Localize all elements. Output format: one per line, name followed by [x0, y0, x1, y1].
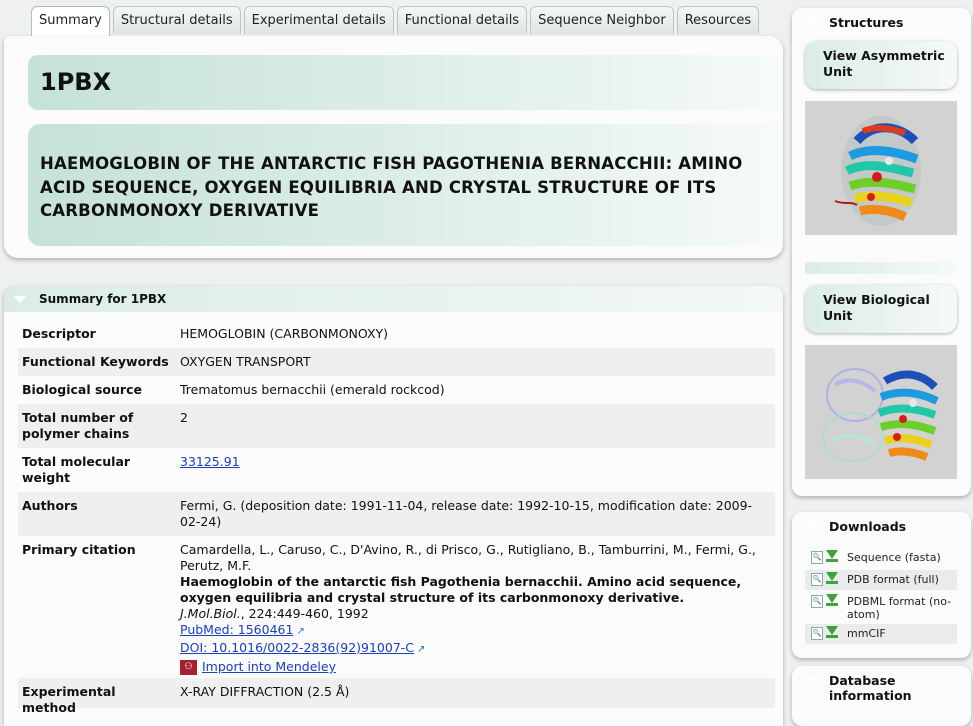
entry-id-box: 1PBX — [28, 55, 783, 110]
biological-unit-image[interactable] — [805, 345, 957, 479]
view-biological-unit-button[interactable]: View Biological Unit — [805, 285, 957, 333]
asymmetric-unit-image[interactable] — [805, 101, 957, 235]
view-biological-unit-label: View Biological Unit — [823, 292, 930, 323]
authors-value: Fermi, G. (deposition date: 1991-11-04, … — [180, 498, 753, 529]
download-pdb-label[interactable]: PDB format (full) — [847, 573, 955, 586]
descriptor-label: Descriptor — [22, 326, 96, 341]
molecular-weight-link[interactable]: 33125.91 — [180, 454, 240, 469]
tab-bar: Summary Structural details Experimental … — [31, 6, 760, 36]
method-label: Experimental method — [22, 684, 116, 715]
download-arrow-icon[interactable] — [826, 572, 838, 584]
summary-row-authors: Authors Fermi, G. (deposition date: 1991… — [18, 492, 775, 536]
mendeley-line: ⚇ Import into Mendeley — [180, 659, 765, 675]
pubmed-link[interactable]: PubMed: 1560461 — [180, 622, 293, 637]
downloads-header[interactable]: Downloads — [792, 512, 971, 539]
citation-authors: Camardella, L., Caruso, C., D'Avino, R.,… — [180, 542, 756, 573]
structures-header[interactable]: Structures — [792, 8, 971, 35]
download-pdbml-label[interactable]: PDBML format (no-atom) — [847, 595, 955, 621]
protein-ribbon-image — [834, 116, 921, 226]
external-link-icon[interactable]: ↗ — [296, 624, 304, 640]
tab-sequence-neighbor[interactable]: Sequence Neighbor — [530, 6, 674, 34]
download-mmcif-label[interactable]: mmCIF — [847, 627, 955, 640]
citation-journal: J.Mol.Biol. — [180, 606, 241, 621]
triangle-down-icon[interactable] — [804, 18, 816, 25]
descriptor-value: HEMOGLOBIN (CARBONMONOXY) — [180, 326, 389, 341]
summary-row-keywords: Functional Keywords OXYGEN TRANSPORT — [18, 348, 775, 376]
external-link-icon[interactable]: ↗ — [417, 642, 425, 658]
magnifier-icon[interactable]: 🔍 — [811, 595, 823, 608]
citation-title: Haemoglobin of the antarctic fish Pagoth… — [180, 574, 742, 605]
entry-title-box: HAEMOGLOBIN OF THE ANTARCTIC FISH PAGOTH… — [28, 124, 783, 246]
magnifier-icon[interactable]: 🔍 — [811, 573, 823, 586]
summary-heading: Summary for 1PBX — [39, 292, 167, 306]
database-info-header[interactable]: Database information — [792, 666, 971, 703]
summary-row-method: Experimental method X-RAY DIFFRACTION (2… — [18, 678, 775, 715]
download-item-sequence[interactable]: 🔍 Sequence (fasta) — [805, 548, 957, 568]
citation-reference: J.Mol.Biol., 224:449-460, 1992 — [180, 606, 765, 622]
weight-label: Total molecular weight — [22, 454, 131, 485]
source-value: Trematomus bernacchii (emerald rockcod) — [180, 382, 445, 397]
pubmed-line: PubMed: 1560461 ↗ — [180, 622, 765, 640]
summary-panel-header[interactable]: Summary for 1PBX — [4, 286, 783, 312]
triangle-down-icon[interactable] — [804, 676, 816, 683]
tab-structural-details[interactable]: Structural details — [112, 6, 241, 34]
database-info-title: Database information — [829, 673, 912, 703]
download-item-mmcif[interactable]: 🔍 mmCIF — [805, 624, 957, 644]
mendeley-icon[interactable]: ⚇ — [180, 660, 197, 675]
chains-label: Total number of polymer chains — [22, 410, 134, 441]
downloads-title: Downloads — [829, 519, 907, 534]
download-arrow-icon[interactable] — [826, 594, 838, 606]
entry-id: 1PBX — [40, 68, 112, 96]
magnifier-icon[interactable]: 🔍 — [811, 627, 823, 640]
view-asymmetric-unit-button[interactable]: View Asymmetric Unit — [805, 41, 957, 89]
keywords-value: OXYGEN TRANSPORT — [180, 354, 311, 369]
entry-title: HAEMOGLOBIN OF THE ANTARCTIC FISH PAGOTH… — [40, 154, 743, 220]
tab-resources[interactable]: Resources — [676, 6, 760, 34]
citation-ref: , 224:449-460, 1992 — [240, 606, 369, 621]
citation-value: Camardella, L., Caruso, C., D'Avino, R.,… — [180, 542, 765, 675]
magnifier-icon[interactable]: 🔍 — [811, 551, 823, 564]
download-sequence-label[interactable]: Sequence (fasta) — [847, 551, 955, 564]
database-info-panel: Database information — [792, 666, 971, 726]
authors-label: Authors — [22, 498, 78, 513]
summary-row-citation: Primary citation Camardella, L., Caruso,… — [18, 536, 775, 678]
triangle-down-icon[interactable] — [14, 296, 26, 303]
triangle-down-icon[interactable] — [804, 522, 816, 529]
weight-value-container: 33125.91 — [180, 454, 765, 470]
summary-panel: Summary for 1PBX Descriptor HEMOGLOBIN (… — [4, 286, 783, 726]
protein-assembly-image — [822, 368, 939, 462]
keywords-label: Functional Keywords — [22, 354, 169, 369]
citation-label: Primary citation — [22, 542, 136, 557]
summary-row-source: Biological source Trematomus bernacchii … — [18, 376, 775, 404]
structures-separator — [805, 262, 957, 274]
download-item-pdb[interactable]: 🔍 PDB format (full) — [805, 570, 957, 590]
tab-experimental-details[interactable]: Experimental details — [243, 6, 394, 34]
tab-functional-details[interactable]: Functional details — [396, 6, 528, 34]
view-asymmetric-unit-label: View Asymmetric Unit — [823, 48, 945, 79]
summary-row-chains: Total number of polymer chains 2 — [18, 404, 775, 448]
method-value: X-RAY DIFFRACTION (2.5 Å) — [180, 684, 350, 699]
summary-row-weight: Total molecular weight 33125.91 — [18, 448, 775, 492]
structures-title: Structures — [829, 15, 904, 30]
mendeley-link[interactable]: Import into Mendeley — [202, 659, 336, 674]
download-arrow-icon[interactable] — [826, 626, 838, 638]
chains-value: 2 — [180, 410, 188, 425]
source-label: Biological source — [22, 382, 142, 397]
download-arrow-icon[interactable] — [826, 550, 838, 562]
doi-link[interactable]: DOI: 10.1016/0022-2836(92)91007-C — [180, 640, 414, 655]
download-item-pdbml[interactable]: 🔍 PDBML format (no-atom) — [805, 592, 957, 622]
summary-row-descriptor: Descriptor HEMOGLOBIN (CARBONMONOXY) — [18, 320, 775, 348]
tab-summary[interactable]: Summary — [31, 6, 110, 36]
doi-line: DOI: 10.1016/0022-2836(92)91007-C ↗ — [180, 640, 765, 658]
